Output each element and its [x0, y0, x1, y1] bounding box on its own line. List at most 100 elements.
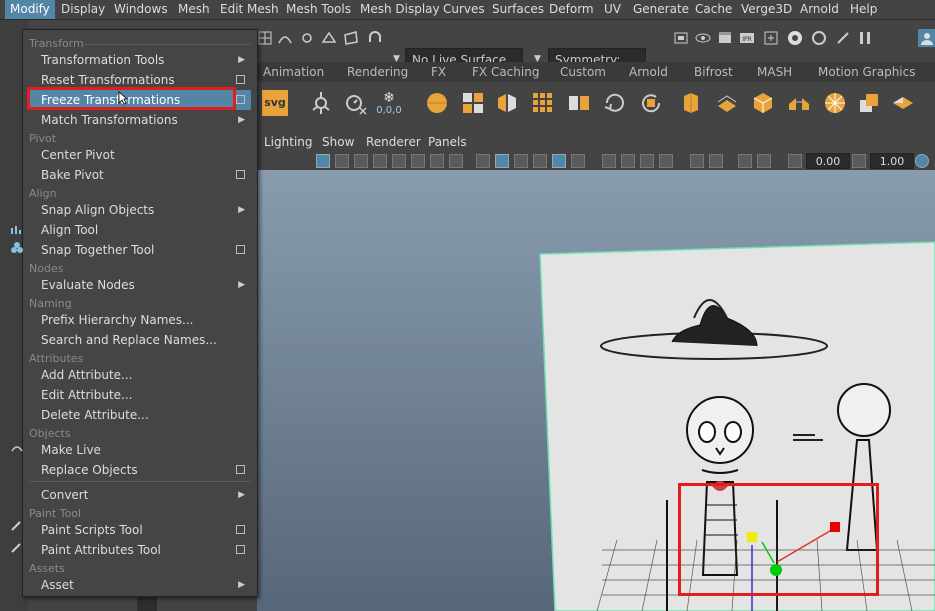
exposure-field[interactable]: 0.00 [806, 153, 850, 169]
tab-mash[interactable]: MASH [757, 62, 792, 82]
camera-attr-icon[interactable] [373, 154, 387, 168]
menu-display[interactable]: Display [56, 0, 110, 19]
anti-alias-icon[interactable] [659, 154, 673, 168]
menu-item-delete-attribute[interactable]: Delete Attribute... [29, 405, 251, 425]
tab-custom[interactable]: Custom [560, 62, 606, 82]
plane-icon[interactable] [890, 90, 916, 116]
left-tool-icon[interactable] [10, 242, 24, 254]
option-box-icon[interactable] [236, 545, 245, 554]
arnold-render-icon[interactable] [810, 29, 828, 47]
clapper-icon[interactable] [716, 29, 734, 47]
snap-view-icon[interactable] [320, 29, 338, 47]
menu-edit-mesh[interactable]: Edit Mesh [215, 0, 284, 19]
panel-menu-panels[interactable]: Panels [428, 132, 467, 152]
color-management-icon[interactable] [915, 154, 929, 168]
left-tool-icon[interactable] [10, 224, 24, 236]
menu-mesh-tools[interactable]: Mesh Tools [281, 0, 356, 19]
menu-item-transformation-tools[interactable]: Transformation Tools ▶ [29, 50, 251, 70]
stopwatch-icon[interactable] [342, 90, 368, 116]
menu-item-replace-objects[interactable]: Replace Objects [29, 460, 251, 480]
safe-action-icon[interactable] [430, 154, 444, 168]
menu-mesh-display[interactable]: Mesh Display [355, 0, 445, 19]
boolean-icon[interactable] [856, 90, 882, 116]
option-box-icon[interactable] [236, 95, 245, 104]
menu-item-snap-align-objects[interactable]: Snap Align Objects ▶ [29, 200, 251, 220]
user-account-icon[interactable] [918, 29, 935, 47]
snap-surface-icon[interactable] [342, 29, 360, 47]
tab-fx-caching[interactable]: FX Caching [472, 62, 539, 82]
menu-item-center-pivot[interactable]: Center Pivot [29, 145, 251, 165]
separate-icon[interactable] [494, 90, 520, 116]
menu-deform[interactable]: Deform [544, 0, 599, 19]
gamma-icon[interactable] [852, 154, 866, 168]
wireframe-icon[interactable] [476, 154, 490, 168]
mirror-icon[interactable] [566, 90, 592, 116]
tab-fx[interactable]: FX [431, 62, 446, 82]
tab-arnold[interactable]: Arnold [629, 62, 668, 82]
ipr-icon[interactable]: IPR [738, 29, 756, 47]
textured-icon[interactable] [533, 154, 547, 168]
resolution-gate-icon[interactable] [354, 154, 368, 168]
option-box-icon[interactable] [236, 525, 245, 534]
menu-verge3d[interactable]: Verge3D [736, 0, 797, 19]
tab-animation[interactable]: Animation [263, 62, 324, 82]
rotate-refresh-icon[interactable] [602, 90, 628, 116]
wheel-icon[interactable] [822, 90, 848, 116]
snap-point-icon[interactable] [298, 29, 316, 47]
menu-surfaces[interactable]: Surfaces [487, 0, 549, 19]
option-box-icon[interactable] [236, 75, 245, 84]
pause-icon[interactable] [856, 29, 874, 47]
svg-import-button[interactable]: svg [262, 90, 288, 116]
menu-item-make-live[interactable]: Make Live [29, 440, 251, 460]
extrude-icon[interactable] [678, 90, 704, 116]
lights-icon[interactable] [571, 154, 585, 168]
hypershade-icon[interactable] [786, 29, 804, 47]
gate-mask-icon[interactable] [392, 154, 406, 168]
menu-item-snap-together-tool[interactable]: Snap Together Tool [29, 240, 251, 260]
snap-curve-icon[interactable] [276, 29, 294, 47]
smooth-grid-icon[interactable] [530, 90, 556, 116]
menu-item-evaluate-nodes[interactable]: Evaluate Nodes ▶ [29, 275, 251, 295]
bevel-icon[interactable] [714, 90, 740, 116]
bridge-icon[interactable] [786, 90, 812, 116]
transform-icon[interactable] [308, 90, 334, 116]
menu-arnold[interactable]: Arnold [795, 0, 844, 19]
rotate-icon[interactable] [638, 90, 664, 116]
render-view-icon[interactable] [694, 29, 712, 47]
panel-menu-lighting[interactable]: Lighting [264, 132, 313, 152]
option-box-icon[interactable] [236, 465, 245, 474]
panel-menu-renderer[interactable]: Renderer [366, 132, 421, 152]
xray-joints-icon[interactable] [738, 154, 752, 168]
checker-icon[interactable] [552, 154, 566, 168]
safe-title-icon[interactable] [449, 154, 463, 168]
tab-bifrost[interactable]: Bifrost [694, 62, 733, 82]
combine-icon[interactable] [460, 90, 486, 116]
snap-grid-icon[interactable] [256, 29, 274, 47]
sphere-icon[interactable] [424, 90, 450, 116]
menu-item-align-tool[interactable]: Align Tool [29, 220, 251, 240]
menu-item-edit-attribute[interactable]: Edit Attribute... [29, 385, 251, 405]
menu-item-search-replace-names[interactable]: Search and Replace Names... [29, 330, 251, 350]
panel-menu-show[interactable]: Show [322, 132, 354, 152]
menu-item-add-attribute[interactable]: Add Attribute... [29, 365, 251, 385]
film-gate-icon[interactable] [335, 154, 349, 168]
paint-brush-icon[interactable] [10, 542, 24, 554]
smooth-shade-icon[interactable] [495, 154, 509, 168]
menu-item-paint-scripts-tool[interactable]: Paint Scripts Tool [29, 520, 251, 540]
shadows-icon[interactable] [602, 154, 616, 168]
menu-item-convert[interactable]: Convert ▶ [29, 485, 251, 505]
option-box-icon[interactable] [236, 245, 245, 254]
motion-blur-icon[interactable] [640, 154, 654, 168]
tab-motion-graphics[interactable]: Motion Graphics [818, 62, 916, 82]
menu-help[interactable]: Help [845, 0, 882, 19]
left-tool-icon[interactable] [10, 443, 24, 455]
menu-cache[interactable]: Cache [690, 0, 737, 19]
menu-item-bake-pivot[interactable]: Bake Pivot [29, 165, 251, 185]
paint-brush-icon[interactable] [10, 520, 24, 532]
cube-icon[interactable] [750, 90, 776, 116]
screen-ao-icon[interactable] [621, 154, 635, 168]
menu-item-asset[interactable]: Asset ▶ [29, 575, 251, 595]
broom-icon[interactable] [834, 29, 852, 47]
menu-uv[interactable]: UV [599, 0, 626, 19]
isolate-select-icon[interactable] [690, 154, 704, 168]
